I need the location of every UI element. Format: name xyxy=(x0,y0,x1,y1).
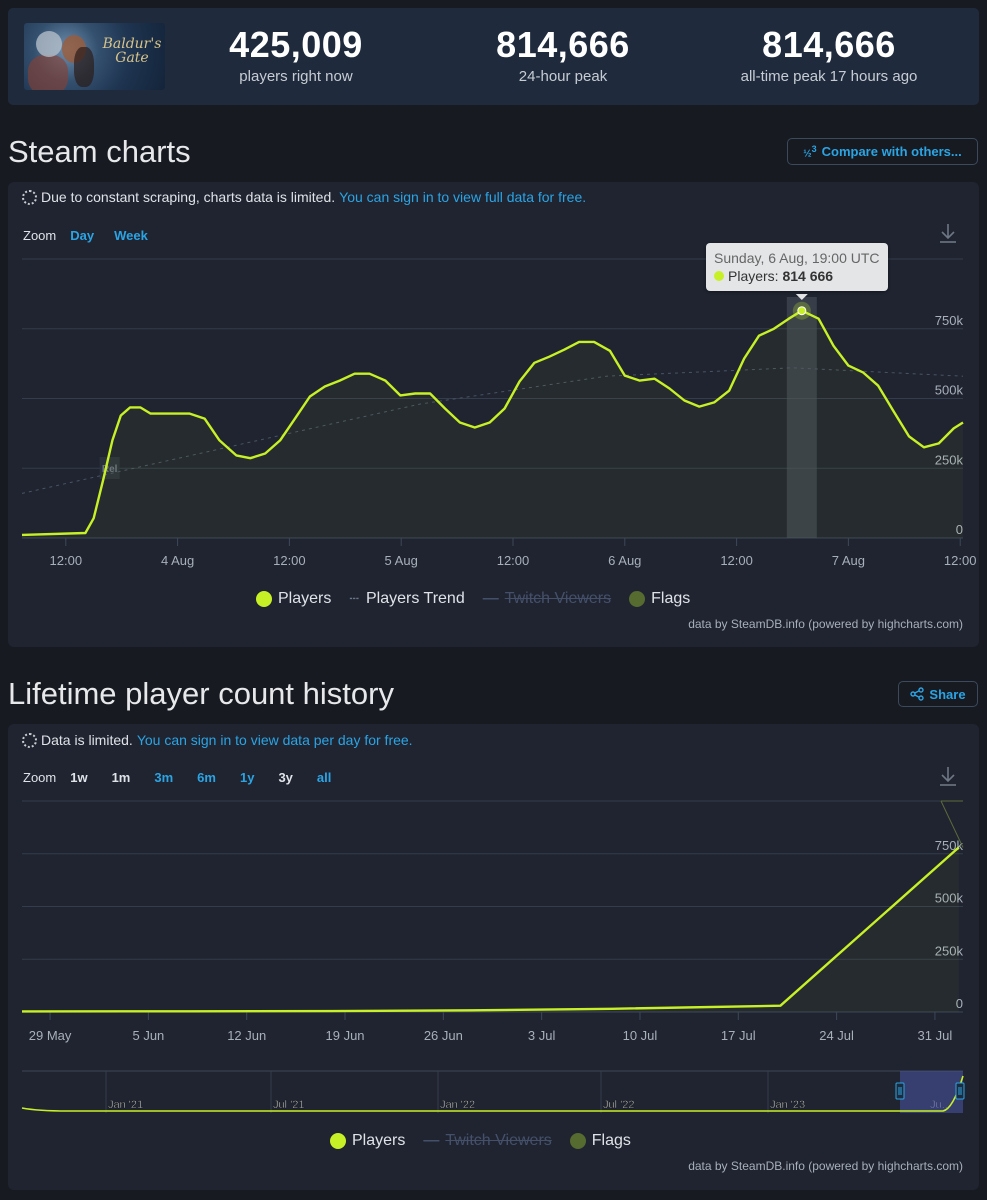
flags-legend-dot xyxy=(629,591,646,607)
navigator-label: Jul '21 xyxy=(273,1099,304,1111)
game-thumbnail[interactable]: Baldur's Gate xyxy=(24,23,165,90)
chart-credit[interactable]: data by SteamDB.info (powered by highcha… xyxy=(688,1159,963,1173)
lifetime-legend: Players — Twitch Viewers Flags xyxy=(330,1132,649,1150)
compare-label: Compare with others... xyxy=(821,144,962,159)
legend-players[interactable]: Players xyxy=(330,1132,405,1150)
x-tick-label: 24 Jul xyxy=(819,1028,854,1043)
tooltip-title: Sunday, 6 Aug, 19:00 UTC xyxy=(714,250,880,266)
x-tick-label: 3 Jul xyxy=(528,1028,556,1043)
flags-legend-dot xyxy=(569,1133,586,1149)
lifetime-chart-svg[interactable]: 0250k500k750k29 May 5 Jun 12 Jun 19 Jun 26 J… xyxy=(8,724,979,1124)
x-tick-label: 31 Jul xyxy=(918,1028,953,1043)
x-tick-label: 5 Jun xyxy=(132,1028,164,1043)
x-tick-label: 12:00 xyxy=(944,553,977,568)
navigator-label: Jul '22 xyxy=(603,1099,634,1111)
legend-players-trend[interactable]: ┄ Players Trend xyxy=(349,589,464,609)
stat-value: 814,666 xyxy=(496,24,630,65)
steam-charts-title: Steam charts xyxy=(8,134,191,169)
x-tick-label: 10 Jul xyxy=(623,1028,658,1043)
stat-label: 24-hour peak xyxy=(518,68,608,85)
lifetime-panel: Data is limited. You can sign in to view… xyxy=(8,724,979,1190)
x-tick-label: 12:00 xyxy=(497,553,530,568)
stats-bar: Baldur's Gate 425,009 players right now … xyxy=(8,8,979,105)
players-area xyxy=(22,847,959,1012)
navigator-label: Jan '23 xyxy=(770,1099,805,1111)
players-legend-dot xyxy=(256,591,272,607)
x-tick-label: 6 Aug xyxy=(608,553,641,568)
tooltip-series-dot xyxy=(714,271,724,281)
x-tick-label: 7 Aug xyxy=(832,553,865,568)
stat-label: players right now xyxy=(239,68,353,85)
legend-flags[interactable]: Flags xyxy=(629,590,690,608)
x-tick-label: 19 Jun xyxy=(326,1028,365,1043)
steam-chart-svg[interactable]: 0250k500k750k12:00 4 Aug 12:00 5 Aug 12:00 6 … xyxy=(8,182,979,582)
chart-credit[interactable]: data by SteamDB.info (powered by highcha… xyxy=(688,617,963,631)
x-tick-label: 4 Aug xyxy=(161,553,194,568)
navigator-left-handle[interactable] xyxy=(895,1082,905,1100)
stat-players-now: 425,009 players right now xyxy=(166,22,426,86)
share-icon xyxy=(910,687,925,701)
stat-label: all-time peak 17 hours ago xyxy=(740,68,918,85)
x-tick-label: 12 Jun xyxy=(227,1028,266,1043)
x-tick-label: 12:00 xyxy=(50,553,83,568)
y-tick-label: 750k xyxy=(935,313,964,328)
tooltip-value: 814 666 xyxy=(782,268,834,284)
x-tick-label: 12:00 xyxy=(720,553,753,568)
compare-button[interactable]: ½3 Compare with others... xyxy=(787,138,978,165)
navigator-label: Jan '22 xyxy=(440,1099,475,1111)
y-tick-label: 500k xyxy=(935,383,964,398)
x-tick-label: 17 Jul xyxy=(721,1028,756,1043)
navigator-selected-range[interactable] xyxy=(900,1071,963,1113)
stat-value: 814,666 xyxy=(762,24,896,65)
share-label: Share xyxy=(929,686,966,702)
x-tick-label: 29 May xyxy=(29,1028,72,1043)
legend-twitch-viewers[interactable]: — Twitch Viewers xyxy=(483,590,611,608)
twitch-legend-line: — xyxy=(482,590,499,607)
share-button[interactable]: Share xyxy=(898,681,978,707)
chart-legend: Players ┄ Players Trend — Twitch Viewers F… xyxy=(256,589,708,609)
highlight-point xyxy=(797,306,807,316)
players-legend-dot xyxy=(330,1133,346,1149)
game-logo: Baldur's Gate xyxy=(102,36,162,66)
legend-flags[interactable]: Flags xyxy=(569,1132,631,1150)
tooltip-series-label: Players: xyxy=(728,268,779,284)
trend-legend-dashes: ┄ xyxy=(349,591,360,608)
x-tick-label: 5 Aug xyxy=(385,553,418,568)
navigator-bg xyxy=(22,1071,963,1113)
stat-value: 425,009 xyxy=(229,24,363,65)
steam-charts-panel: Due to constant scraping, charts data is… xyxy=(8,182,979,647)
players-area xyxy=(22,310,963,538)
compare-icon: ½3 xyxy=(803,143,817,160)
chart-tooltip: Sunday, 6 Aug, 19:00 UTC Players: 814 66… xyxy=(706,243,888,291)
lifetime-title: Lifetime player count history xyxy=(8,676,394,711)
x-tick-label: 12:00 xyxy=(273,553,306,568)
legend-twitch-viewers[interactable]: — Twitch Viewers xyxy=(423,1132,551,1150)
stat-all-time-peak: 814,666 all-time peak 17 hours ago xyxy=(699,22,959,86)
x-tick-label: 26 Jun xyxy=(424,1028,463,1043)
legend-players[interactable]: Players xyxy=(256,590,331,608)
navigator-right-handle[interactable] xyxy=(955,1082,965,1100)
twitch-legend-line: — xyxy=(423,1132,440,1149)
navigator-label: Jan '21 xyxy=(108,1099,143,1111)
stat-24h-peak: 814,666 24-hour peak xyxy=(433,22,693,86)
